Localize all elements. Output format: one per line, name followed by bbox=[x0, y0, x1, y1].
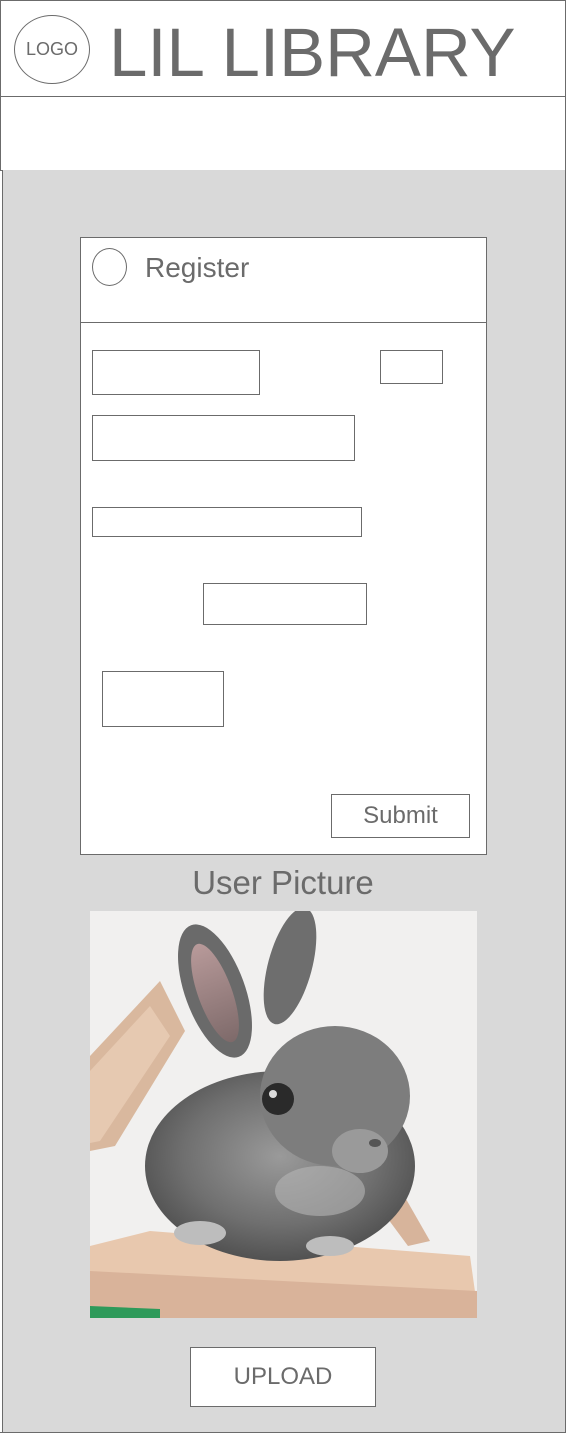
register-input-6[interactable] bbox=[102, 671, 224, 727]
user-picture-image bbox=[90, 911, 477, 1318]
bunny-illustration bbox=[90, 911, 477, 1318]
footer bbox=[0, 1432, 566, 1455]
register-radio[interactable] bbox=[92, 248, 127, 286]
user-picture-label: User Picture bbox=[192, 864, 374, 901]
logo[interactable]: LOGO bbox=[14, 15, 90, 84]
register-input-3[interactable] bbox=[92, 415, 355, 461]
navigation-bar bbox=[0, 96, 566, 171]
submit-button[interactable]: Submit bbox=[331, 794, 470, 838]
header: LOGO LIL LIBRARY bbox=[0, 0, 566, 97]
register-input-5[interactable] bbox=[203, 583, 367, 625]
register-input-1[interactable] bbox=[92, 350, 260, 395]
site-title: LIL LIBRARY bbox=[109, 14, 516, 91]
register-card: Register Submit bbox=[80, 237, 487, 855]
register-card-header: Register bbox=[81, 238, 486, 323]
register-input-2[interactable] bbox=[380, 350, 443, 384]
register-title: Register bbox=[145, 252, 250, 283]
register-input-4[interactable] bbox=[92, 507, 362, 537]
upload-button[interactable]: UPLOAD bbox=[190, 1347, 376, 1407]
